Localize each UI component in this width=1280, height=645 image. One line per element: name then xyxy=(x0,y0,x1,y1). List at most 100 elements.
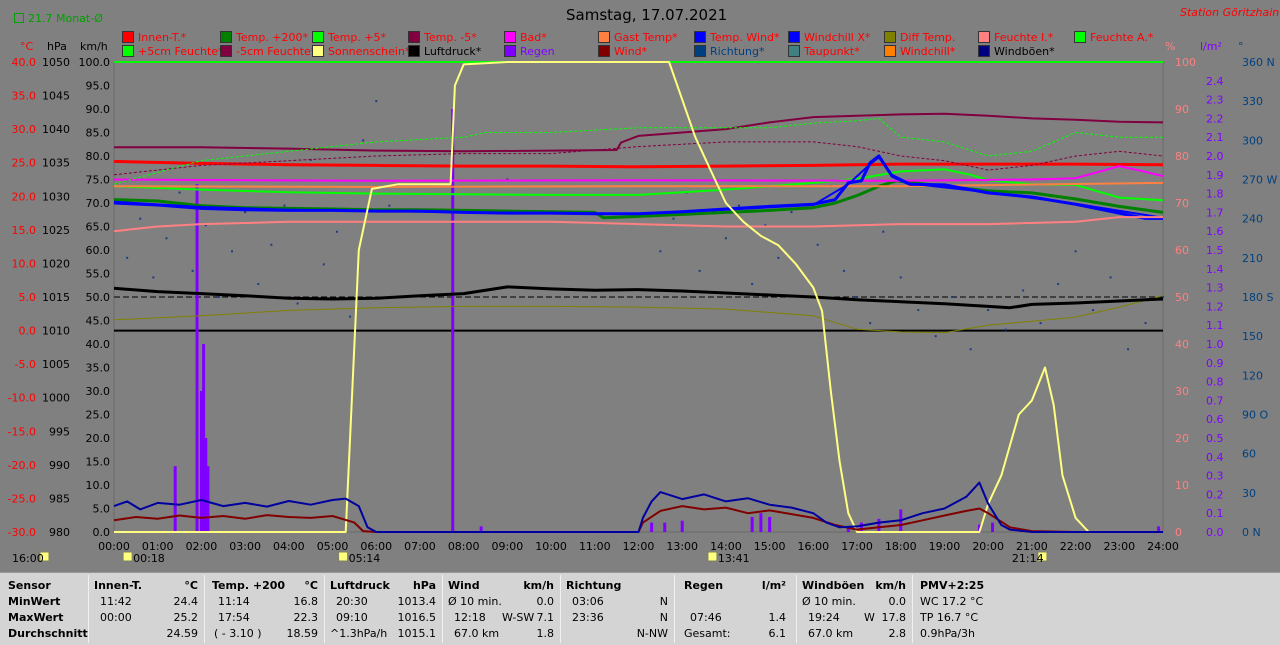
legend-item[interactable]: Windchill* xyxy=(884,45,955,58)
legend-label: Richtung* xyxy=(710,45,765,58)
legend-item[interactable]: Windchill X* xyxy=(788,31,870,44)
legend-item[interactable]: Diff Temp. xyxy=(884,31,955,44)
weather-chart-window: 40.0 35.0 30.0 25.0 20.0 15.0 10.0 5.0 0.0 -5.0 -1… xyxy=(0,0,1280,645)
stats-direction-column: Richtung 03:06 N 23:36 N N-NW xyxy=(566,573,672,645)
stats-temp200-max-value: 22.3 xyxy=(293,611,319,624)
stats-innen-min-value: 24.4 xyxy=(173,595,199,608)
stats-pmv-windchill: WC 17.2 °C xyxy=(920,595,984,608)
stats-divider xyxy=(912,575,913,643)
legend-item[interactable]: Bad* xyxy=(504,31,547,44)
direction-point xyxy=(217,296,220,298)
legend-swatch xyxy=(978,45,990,57)
axis-header-rain: l/m² xyxy=(1200,40,1222,53)
legend-label: Windchill X* xyxy=(804,31,871,44)
legend-swatch xyxy=(220,45,232,57)
monthly-average-checkbox[interactable] xyxy=(14,13,24,23)
statistics-panel: Sensor MinWert MaxWert Durchschnitt Inne… xyxy=(0,572,1280,645)
legend-item[interactable]: Gast Temp* xyxy=(598,31,678,44)
legend-label: Temp. +5* xyxy=(328,31,387,44)
legend-item[interactable]: Regen xyxy=(504,45,555,58)
series-line xyxy=(114,112,1164,153)
legend-item[interactable]: -5cm Feuchte* xyxy=(220,45,316,58)
legend-item[interactable]: Feuchte A.* xyxy=(1074,31,1153,44)
stats-innen-max-value: 25.2 xyxy=(173,611,199,624)
temp-tick-label: 35.0 xyxy=(12,90,37,103)
legend-item[interactable]: +5cm Feuchte* xyxy=(122,45,224,58)
x-tick-label: 13:00 xyxy=(666,540,698,553)
stats-pmv-dewpoint: TP 16.7 °C xyxy=(920,611,979,624)
wind-tick-label: 40.0 xyxy=(86,338,111,351)
direction-point xyxy=(322,263,325,266)
stats-divider xyxy=(674,575,675,643)
stats-innen-column: Innen-T. °C 11:42 24.4 00:00 25.2 24.59 xyxy=(94,573,202,645)
rain-bar xyxy=(877,518,881,532)
rain-tick-label: 1.5 xyxy=(1206,244,1224,257)
rain-tick-label: 0.5 xyxy=(1206,432,1224,445)
legend-item[interactable]: Innen-T.* xyxy=(122,31,186,44)
stats-direction-avg-value: N-NW xyxy=(636,627,668,640)
rain-tick-label: 0.3 xyxy=(1206,470,1224,483)
axis-header-kmh: km/h xyxy=(80,40,108,53)
stats-divider xyxy=(88,575,89,643)
rain-tick-label: 1.1 xyxy=(1206,319,1224,332)
stats-wind-header: Wind xyxy=(448,579,480,592)
percent-tick-label: 0 xyxy=(1175,526,1182,539)
stats-gusts-avg10-label: Ø 10 min. xyxy=(802,595,856,608)
wind-tick-label: 70.0 xyxy=(86,197,111,210)
stats-pmv-pressure-trend: 0.9hPa/3h xyxy=(920,627,976,640)
temp-tick-label: 25.0 xyxy=(12,157,37,170)
legend-item[interactable]: Temp. +5* xyxy=(312,31,386,44)
stats-divider xyxy=(442,575,443,643)
stats-sensor-column: Sensor MinWert MaxWert Durchschnitt xyxy=(8,573,88,645)
legend-label: Regen xyxy=(520,45,555,58)
rain-tick-label: 1.8 xyxy=(1206,188,1224,201)
legend-item[interactable]: Windböen* xyxy=(978,45,1055,58)
rain-bar xyxy=(759,513,763,532)
direction-point xyxy=(362,139,365,142)
rain-tick-label: 1.2 xyxy=(1206,300,1224,313)
direction-point xyxy=(126,256,129,259)
wind-tick-label: 75.0 xyxy=(86,174,111,187)
temp-tick-label: -20.0 xyxy=(8,459,36,472)
stats-gusts-column: Windböen km/h Ø 10 min. 0.0 19:24 W 17.8… xyxy=(802,573,910,645)
legend-item[interactable]: Luftdruck* xyxy=(408,45,481,58)
series-line xyxy=(113,159,1164,169)
direction-point xyxy=(191,269,194,272)
legend-item[interactable]: Temp. -5* xyxy=(408,31,477,44)
sun-marker-icon xyxy=(338,551,349,562)
legend-label: Temp. Wind* xyxy=(710,31,780,44)
stats-wind-max-direction: W-SW xyxy=(502,611,535,624)
wind-tick-label: 30.0 xyxy=(86,385,111,398)
direction-tick-label: 330 xyxy=(1242,95,1263,108)
temp-tick-label: -15.0 xyxy=(8,425,36,438)
percent-tick-label: 100 xyxy=(1175,56,1196,69)
stats-pressure-max-time: 09:10 xyxy=(336,611,368,624)
legend-swatch xyxy=(122,45,134,57)
x-tick-label: 12:00 xyxy=(623,540,655,553)
legend-swatch xyxy=(598,31,610,43)
rain-tick-label: 0.0 xyxy=(1206,526,1224,539)
legend-item[interactable]: Temp. +200* xyxy=(220,31,308,44)
sun-marker-time: 21:14 xyxy=(1012,552,1044,565)
direction-tick-label: 60 xyxy=(1242,448,1256,461)
stats-gusts-max-direction: W xyxy=(864,611,875,624)
rain-tick-label: 1.6 xyxy=(1206,225,1224,238)
legend-item[interactable]: Sonnenschein* xyxy=(312,45,410,58)
direction-tick-label: 120 xyxy=(1242,369,1263,382)
stats-divider xyxy=(796,575,797,643)
legend-item[interactable]: Richtung* xyxy=(694,45,764,58)
legend-item[interactable]: Feuchte I.* xyxy=(978,31,1053,44)
legend-item[interactable]: Taupunkt* xyxy=(788,45,860,58)
legend-label: -5cm Feuchte* xyxy=(236,45,317,58)
direction-point xyxy=(375,100,378,103)
sun-marker-time: 16:00 xyxy=(12,552,44,565)
legend-item[interactable]: Wind* xyxy=(598,45,647,58)
pressure-tick-label: 1010 xyxy=(42,325,70,338)
pressure-tick-label: 985 xyxy=(49,492,70,505)
stats-temp200-avg-value: 18.59 xyxy=(286,627,319,640)
stats-direction-max-value: N xyxy=(659,611,668,624)
pressure-tick-label: 990 xyxy=(49,459,70,472)
stats-divider xyxy=(324,575,325,643)
legend-item[interactable]: Temp. Wind* xyxy=(694,31,779,44)
direction-point xyxy=(751,282,754,285)
